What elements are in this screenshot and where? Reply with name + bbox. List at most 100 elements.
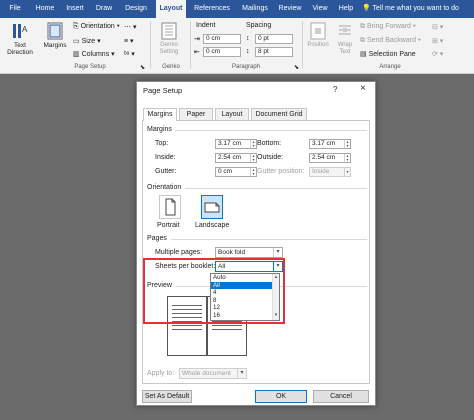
tell-me-text: Tell me what you want to do — [372, 5, 459, 12]
inside-spinner[interactable]: ▴ ▾ — [250, 154, 256, 162]
dialog-title: Page Setup — [143, 86, 183, 95]
margins-icon — [47, 22, 63, 40]
tab-review[interactable]: Review — [276, 0, 304, 18]
columns-button[interactable]: ▥ Columns ▾ — [73, 50, 115, 58]
tab-help[interactable]: Help — [336, 0, 356, 18]
indent-right-input[interactable]: 0 cm — [203, 47, 241, 57]
text-direction-label: Text Direction — [7, 42, 33, 56]
landscape-icon — [204, 202, 220, 213]
text-direction-button[interactable]: A Text Direction — [6, 22, 34, 56]
section-divider — [185, 188, 367, 189]
multiple-pages-select[interactable]: Book fold ▾ — [215, 247, 283, 258]
tab-layout-dialog[interactable]: Layout — [215, 108, 249, 120]
selection-pane-button[interactable]: ▤ Selection Pane — [360, 50, 416, 58]
bring-forward-button[interactable]: ⧉ Bring Forward ▾ — [360, 23, 416, 31]
outside-input[interactable]: 2.54 cm ▴ ▾ — [309, 153, 351, 163]
apply-to-select[interactable]: Whole document ▾ — [179, 368, 247, 379]
section-divider — [171, 239, 367, 240]
selection-pane-icon: ▤ — [360, 51, 367, 58]
tell-me-box[interactable]: 💡 Tell me what you want to do — [362, 0, 474, 18]
gutter-value: 0 cm — [218, 168, 233, 175]
ribbon-tab-bar: File Home Insert Draw Design Layout Refe… — [0, 0, 474, 18]
top-input[interactable]: 3.17 cm ▴ ▾ — [215, 139, 257, 149]
chevron-down-icon: ▾ — [273, 248, 282, 257]
section-divider — [175, 130, 367, 131]
selection-pane-label: Selection Pane — [368, 51, 416, 58]
page-setup-launcher-icon[interactable]: ⬊ — [140, 64, 145, 71]
inside-input[interactable]: 2.54 cm ▴ ▾ — [215, 153, 257, 163]
landscape-option[interactable] — [201, 195, 223, 219]
wrap-text-button[interactable]: Wrap Text — [333, 22, 357, 56]
columns-label: Columns — [81, 51, 110, 58]
svg-text:A: A — [22, 25, 28, 34]
preview-text-line — [172, 329, 202, 330]
tab-paper[interactable]: Paper — [179, 108, 213, 120]
ok-button[interactable]: OK — [255, 390, 307, 403]
spacing-before-icon: ↕ — [246, 35, 250, 42]
tab-references[interactable]: References — [190, 0, 234, 18]
gutter-label: Gutter: — [155, 168, 177, 175]
indent-left-icon: ⇥ — [194, 36, 200, 43]
tab-mailings[interactable]: Mailings — [237, 0, 273, 18]
portrait-icon — [165, 198, 176, 216]
pages-section-label: Pages — [147, 235, 167, 242]
tab-draw[interactable]: Draw — [93, 0, 115, 18]
bottom-spinner[interactable]: ▴ ▾ — [344, 140, 350, 148]
chevron-down-icon: ▾ — [237, 369, 246, 378]
page-setup-group-label: Page Setup — [74, 64, 106, 70]
size-label: Size — [81, 38, 96, 45]
align-icon[interactable]: ⊟ ▾ — [432, 23, 443, 31]
top-spinner[interactable]: ▴ ▾ — [250, 140, 256, 148]
orientation-button[interactable]: ⎘ Orientation ▾ — [73, 23, 120, 31]
position-icon — [310, 22, 326, 40]
apply-to-value: Whole document — [182, 370, 231, 377]
outside-value: 2.54 cm — [312, 154, 336, 161]
spacing-before-input[interactable]: 0 pt — [255, 34, 293, 44]
hyphenation-icon[interactable]: ᵇᵃ ▾ — [124, 50, 135, 58]
apply-to-label: Apply to: — [147, 370, 175, 377]
genko-setting-button[interactable]: Genko Setting — [154, 22, 184, 56]
position-button[interactable]: Position — [305, 22, 331, 48]
help-button[interactable]: ? — [333, 85, 337, 94]
gutter-spinner[interactable]: ▴ ▾ — [250, 168, 256, 176]
top-label: Top: — [155, 140, 169, 147]
top-value: 3.17 cm — [218, 140, 242, 147]
send-backward-button[interactable]: ⧉ Send Backward ▾ — [360, 37, 421, 45]
tab-view[interactable]: View — [309, 0, 331, 18]
line-numbers-icon[interactable]: ≡ ▾ — [124, 37, 134, 45]
tab-layout[interactable]: Layout — [156, 0, 186, 18]
size-button[interactable]: ▭ Size ▾ — [73, 37, 101, 45]
page-setup-dialog: Page Setup ? × Margins Paper Layout Docu… — [136, 81, 376, 406]
spacing-after-input[interactable]: 8 pt — [255, 47, 293, 57]
rotate-icon[interactable]: ⟳ ▾ — [432, 50, 443, 58]
multiple-pages-label: Multiple pages: — [155, 249, 203, 256]
margins-button[interactable]: Margins — [40, 22, 70, 49]
bring-forward-label: Bring Forward — [366, 23, 411, 30]
inside-value: 2.54 cm — [218, 154, 242, 161]
tab-design[interactable]: Design — [121, 0, 151, 18]
tab-margins[interactable]: Margins — [143, 108, 177, 121]
paragraph-launcher-icon[interactable]: ⬊ — [294, 64, 299, 71]
gutter-position-label: Gutter position: — [257, 168, 305, 175]
cancel-button[interactable]: Cancel — [313, 390, 369, 403]
wrap-text-icon — [339, 25, 351, 35]
tab-insert[interactable]: Insert — [62, 0, 88, 18]
gutter-position-select[interactable]: Inside ▾ — [309, 167, 351, 177]
orientation-section-label: Orientation — [147, 184, 182, 191]
margins-section-label: Margins — [147, 126, 172, 133]
close-button[interactable]: × — [360, 83, 366, 94]
outside-spinner[interactable]: ▴ ▾ — [344, 154, 350, 162]
portrait-option[interactable] — [159, 195, 181, 219]
preview-text-line — [172, 325, 202, 326]
tab-file[interactable]: File — [4, 0, 26, 18]
ribbon-separator — [150, 21, 151, 69]
group-icon[interactable]: ⊞ ▾ — [432, 37, 443, 45]
bottom-input[interactable]: 3.17 cm ▴ ▾ — [309, 139, 351, 149]
gutter-input[interactable]: 0 cm ▴ ▾ — [215, 167, 257, 177]
tab-document-grid[interactable]: Document Grid — [251, 108, 307, 120]
breaks-icon[interactable]: ⋯ ▾ — [124, 23, 136, 31]
tab-home[interactable]: Home — [32, 0, 58, 18]
indent-left-input[interactable]: 0 cm — [203, 34, 241, 44]
lightbulb-icon: 💡 — [362, 5, 371, 12]
set-as-default-button[interactable]: Set As Default — [142, 390, 192, 403]
